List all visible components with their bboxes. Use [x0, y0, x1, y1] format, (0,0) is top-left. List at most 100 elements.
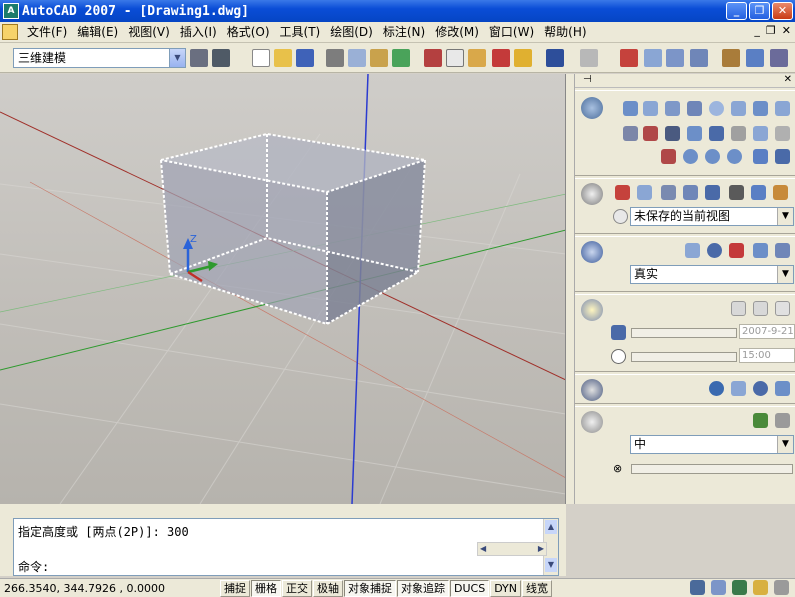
material-attach-icon[interactable] [731, 381, 746, 396]
workspace-settings-icon[interactable] [190, 49, 208, 67]
walk-icon[interactable] [705, 185, 720, 200]
block-editor-icon[interactable] [514, 49, 532, 67]
osnap-toggle[interactable]: 对象捕捉 [344, 579, 396, 597]
wedge-icon[interactable] [665, 101, 680, 116]
paste-icon[interactable] [468, 49, 486, 67]
open-file-icon[interactable] [274, 49, 292, 67]
document-icon[interactable] [2, 24, 18, 40]
style-manager-icon[interactable] [753, 243, 768, 258]
snap-toggle[interactable]: 捕捉 [220, 579, 250, 597]
palette-dock-icon[interactable]: ⊣ [583, 74, 592, 85]
menu-window[interactable]: 窗口(W) [484, 23, 539, 42]
view-select[interactable]: 未保存的当前视图 ▼ [630, 207, 794, 226]
pan-icon[interactable] [620, 49, 638, 67]
materials-panel-icon[interactable] [581, 379, 603, 401]
box-icon[interactable] [643, 101, 658, 116]
chevron-down-icon[interactable]: ▼ [777, 436, 793, 453]
chevron-down-icon[interactable]: ▼ [777, 266, 793, 283]
view-cube-icon[interactable] [773, 185, 788, 200]
save-icon[interactable] [296, 49, 314, 67]
menu-modify[interactable]: 修改(M) [430, 23, 484, 42]
realistic-style-icon[interactable] [707, 243, 722, 258]
workspace-save-icon[interactable] [212, 49, 230, 67]
lock-icon[interactable] [753, 580, 768, 595]
pyramid-icon[interactable] [753, 101, 768, 116]
menu-insert[interactable]: 插入(I) [175, 23, 222, 42]
time-field[interactable]: 15:00 [739, 348, 795, 363]
scroll-right-icon[interactable]: ▶ [538, 543, 544, 555]
extrude-icon[interactable] [623, 126, 638, 141]
chevron-down-icon[interactable]: ▼ [777, 208, 793, 225]
texture-toggle-icon[interactable] [775, 381, 790, 396]
camera-icon[interactable] [729, 185, 744, 200]
layout-icon[interactable] [711, 580, 726, 595]
menu-tools[interactable]: 工具(T) [275, 23, 326, 42]
3d-orbit-icon[interactable] [661, 185, 676, 200]
match-properties-icon[interactable] [492, 49, 510, 67]
edge-settings-icon[interactable] [775, 243, 790, 258]
doc-minimize-button[interactable]: _ [754, 24, 760, 37]
render-quality-select[interactable]: 中 ▼ [630, 435, 794, 454]
material-map-icon[interactable] [753, 381, 768, 396]
intersect-icon[interactable] [727, 149, 742, 164]
copy-icon[interactable] [446, 49, 464, 67]
torus-icon[interactable] [775, 101, 790, 116]
coordinate-readout[interactable]: 266.3540, 344.7926 , 0.0000 [0, 582, 220, 595]
chevron-down-icon[interactable]: ▼ [169, 49, 185, 67]
thicken-icon[interactable] [753, 149, 768, 164]
properties-icon[interactable] [722, 49, 740, 67]
menu-format[interactable]: 格式(O) [222, 23, 275, 42]
publish-icon[interactable] [370, 49, 388, 67]
command-hscrollbar[interactable]: ◀ ▶ [477, 542, 547, 556]
clean-screen-icon[interactable] [774, 580, 789, 595]
model-space-icon[interactable] [690, 580, 705, 595]
render-window-icon[interactable] [775, 413, 790, 428]
constrained-orbit-icon[interactable] [683, 185, 698, 200]
restore-button[interactable]: ❐ [749, 2, 770, 20]
doc-close-button[interactable]: ✕ [782, 24, 791, 37]
autocad-logo-icon[interactable]: A [3, 3, 19, 19]
workspace-select[interactable]: 三维建模 ▼ [13, 48, 186, 68]
otrack-toggle[interactable]: 对象追踪 [397, 579, 449, 597]
revolve-icon[interactable] [643, 126, 658, 141]
polysolid-icon[interactable] [623, 101, 638, 116]
3d-make-panel-icon[interactable] [581, 97, 603, 119]
3d-dwf-icon[interactable] [392, 49, 410, 67]
grid-toggle[interactable]: 栅格 [251, 579, 281, 597]
plot-preview-icon[interactable] [348, 49, 366, 67]
lights-panel-icon[interactable] [581, 299, 603, 321]
zoom-realtime-icon[interactable] [644, 49, 662, 67]
3d-rotate-icon[interactable] [753, 126, 768, 141]
scroll-left-icon[interactable]: ◀ [480, 543, 486, 555]
menu-help[interactable]: 帮助(H) [539, 23, 591, 42]
cone-icon[interactable] [687, 101, 702, 116]
ortho-toggle[interactable]: 正交 [282, 579, 312, 597]
viewport-scrollbar[interactable] [566, 74, 574, 504]
3d-navigate-panel-icon[interactable] [581, 183, 603, 205]
loft-icon[interactable] [687, 126, 702, 141]
tool-palettes-icon[interactable] [770, 49, 788, 67]
interfere-icon[interactable] [775, 149, 790, 164]
doc-restore-button[interactable]: ❐ [766, 24, 776, 37]
palette-close-icon[interactable]: ✕ [784, 74, 792, 85]
menu-file[interactable]: 文件(F) [22, 23, 72, 42]
sunlight-icon[interactable] [775, 301, 790, 316]
visual-styles-panel-icon[interactable] [581, 241, 603, 263]
drawing-viewport[interactable]: Z [0, 74, 566, 504]
view-radio-icon[interactable] [613, 209, 628, 224]
cylinder-icon[interactable] [731, 101, 746, 116]
lineweight-toggle[interactable]: 线宽 [522, 579, 553, 597]
polar-toggle[interactable]: 极轴 [313, 579, 343, 597]
view-manager-icon[interactable] [751, 185, 766, 200]
dyn-toggle[interactable]: DYN [490, 579, 522, 597]
menu-draw[interactable]: 绘图(D) [325, 23, 378, 42]
design-center-icon[interactable] [746, 49, 764, 67]
scroll-down-icon[interactable]: ▼ [545, 558, 557, 572]
2d-wireframe-icon[interactable] [685, 243, 700, 258]
minimize-button[interactable]: _ [726, 2, 747, 20]
palette-grip[interactable]: ⊣ ✕ [575, 74, 795, 88]
close-button[interactable]: ✕ [772, 2, 793, 20]
zoom-previous-icon[interactable] [690, 49, 708, 67]
sweep-icon[interactable] [665, 126, 680, 141]
menu-dimension[interactable]: 标注(N) [378, 23, 430, 42]
